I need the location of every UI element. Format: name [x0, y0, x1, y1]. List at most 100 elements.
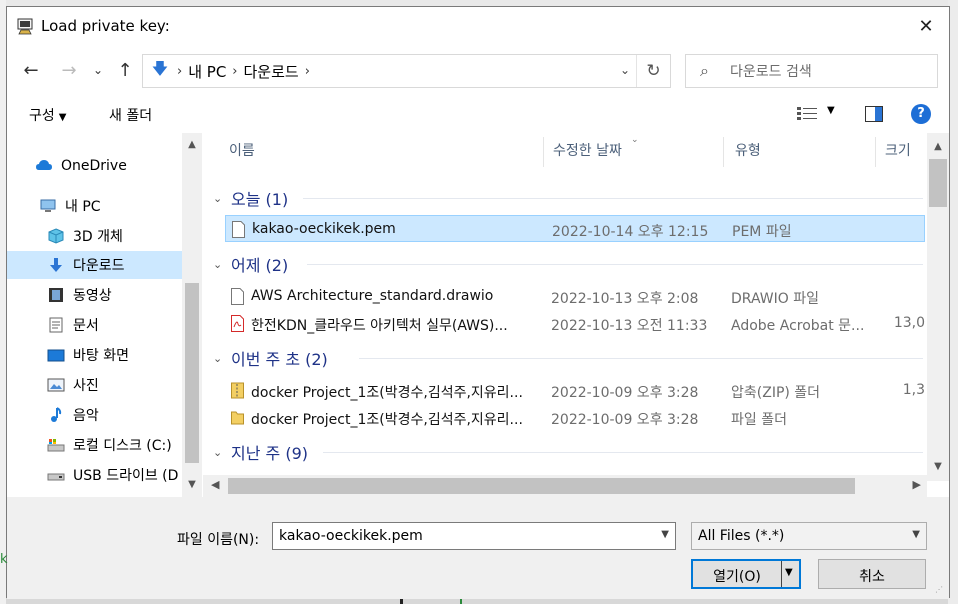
- refresh-button[interactable]: ↻: [636, 55, 670, 87]
- sidebar-item-label: OneDrive: [61, 158, 127, 174]
- video-icon: [49, 288, 63, 302]
- file-list-horizontal-scrollbar[interactable]: ◀ ▶: [203, 475, 927, 497]
- help-button[interactable]: ?: [911, 104, 931, 124]
- column-divider[interactable]: [723, 137, 724, 167]
- group-header-earlier-this-week[interactable]: ⌄ 이번 주 초 (2): [213, 345, 328, 371]
- file-row[interactable]: docker Project_1조(박경수,김석주,지유리... 2022-10…: [225, 377, 925, 404]
- chevron-down-icon[interactable]: ▼: [661, 529, 669, 540]
- sidebar-scrollbar[interactable]: ▲ ▼: [182, 133, 202, 497]
- file-name: 한전KDN_클라우드 아키텍처 실무(AWS)...: [251, 318, 508, 334]
- column-header-size[interactable]: 크기: [885, 133, 911, 167]
- chevron-down-icon: ⌄: [213, 351, 223, 365]
- recent-locations-button[interactable]: ⌄: [90, 58, 106, 82]
- chevron-down-icon: ⌄: [213, 445, 223, 459]
- file-name: docker Project_1조(박경수,김석주,지유리...: [251, 412, 523, 428]
- group-divider: [359, 358, 923, 359]
- column-divider[interactable]: [543, 137, 544, 167]
- file-list-vertical-scrollbar[interactable]: ▲ ▼: [927, 133, 949, 481]
- sidebar-item-label: 3D 개체: [73, 229, 123, 245]
- address-dropdown-icon[interactable]: ⌄: [620, 63, 630, 77]
- file-row[interactable]: 한전KDN_클라우드 아키텍처 실무(AWS)... 2022-10-13 오전…: [225, 310, 925, 337]
- up-button[interactable]: ↑: [113, 58, 137, 82]
- search-icon: ⌕: [700, 61, 709, 80]
- search-placeholder: 다운로드 검색: [730, 64, 812, 80]
- file-size: 1,3: [902, 382, 925, 398]
- key-app-icon: [17, 18, 33, 35]
- sidebar-item-label: 로컬 디스크 (C:): [73, 438, 172, 454]
- group-header-last-week[interactable]: ⌄ 지난 주 (9): [213, 439, 308, 465]
- column-type-label: 유형: [735, 143, 761, 159]
- sidebar-item-label: 다운로드: [73, 258, 125, 274]
- open-button[interactable]: 열기(O) ▼: [691, 559, 801, 589]
- group-label: 오늘 (1): [231, 190, 289, 209]
- title-bar: Load private key: ✕: [7, 7, 949, 45]
- scroll-down-icon[interactable]: ▼: [927, 461, 949, 472]
- group-divider: [307, 264, 923, 265]
- file-type: DRAWIO 파일: [731, 291, 819, 307]
- group-label: 어제 (2): [231, 256, 289, 275]
- file-type: 파일 폴더: [731, 412, 787, 428]
- download-icon: [50, 258, 62, 272]
- filetype-select[interactable]: All Files (*.*) ▼: [691, 522, 927, 550]
- close-icon: ✕: [918, 15, 934, 37]
- load-key-dialog: Load private key: ✕ ← → ⌄ ↑ 🡇 › 내 PC › 다…: [6, 6, 950, 599]
- organize-button[interactable]: 구성 ▼: [29, 105, 66, 125]
- file-date: 2022-10-14 오후 12:15: [552, 224, 709, 240]
- horizontal-scroll-thumb[interactable]: [228, 478, 855, 494]
- refresh-icon: ↻: [646, 61, 661, 81]
- sidebar-item-label: 동영상: [73, 288, 112, 304]
- filename-input[interactable]: kakao-oeckikek.pem ▼: [272, 522, 676, 550]
- scroll-up-icon[interactable]: ▲: [927, 141, 949, 152]
- file-row[interactable]: docker Project_1조(박경수,김석주,지유리... 2022-10…: [225, 404, 925, 431]
- column-header-name[interactable]: 이름: [229, 133, 255, 167]
- view-options-icon[interactable]: [797, 107, 817, 121]
- caret-down-icon: ▼: [58, 112, 67, 123]
- file-name: docker Project_1조(박경수,김석주,지유리...: [251, 385, 523, 401]
- breadcrumb-separator[interactable]: ›: [299, 64, 316, 79]
- breadcrumb-downloads[interactable]: 다운로드: [244, 61, 299, 82]
- column-divider[interactable]: [875, 137, 876, 167]
- column-header-type[interactable]: 유형: [735, 133, 761, 167]
- file-date: 2022-10-13 오전 11:33: [551, 318, 708, 334]
- view-dropdown-icon[interactable]: ▼: [827, 105, 835, 116]
- breadcrumb-this-pc[interactable]: 내 PC: [188, 61, 226, 82]
- file-size: 13,0: [893, 315, 925, 331]
- close-button[interactable]: ✕: [903, 7, 949, 45]
- breadcrumb-separator[interactable]: ›: [226, 64, 243, 79]
- scroll-up-icon[interactable]: ▲: [182, 139, 202, 150]
- sidebar-item-downloads[interactable]: 다운로드: [7, 251, 182, 279]
- music-icon: [51, 407, 62, 422]
- open-dropdown-icon[interactable]: ▼: [785, 567, 793, 578]
- group-label: 이번 주 초 (2): [231, 350, 328, 369]
- arrow-right-icon: →: [61, 59, 77, 81]
- group-header-yesterday[interactable]: ⌄ 어제 (2): [213, 251, 288, 277]
- group-label: 지난 주 (9): [231, 444, 308, 463]
- background-text-fragment: k: [0, 552, 8, 567]
- dialog-title: Load private key:: [41, 17, 170, 35]
- group-header-today[interactable]: ⌄ 오늘 (1): [213, 185, 288, 211]
- forward-button[interactable]: →: [57, 58, 81, 82]
- usb-drive-icon: [47, 473, 65, 481]
- command-toolbar: 구성 ▼ 새 폴더 ▼ ?: [7, 95, 949, 133]
- file-icon: [231, 288, 244, 305]
- file-date: 2022-10-09 오후 3:28: [551, 385, 699, 401]
- address-bar[interactable]: 🡇 › 내 PC › 다운로드 › ⌄ ↻: [142, 54, 671, 88]
- preview-pane-icon[interactable]: [865, 106, 883, 122]
- resize-grip-icon[interactable]: ⋰: [935, 585, 947, 597]
- file-row[interactable]: kakao-oeckikek.pem 2022-10-14 오후 12:15 P…: [225, 215, 925, 242]
- cancel-button[interactable]: 취소: [818, 559, 926, 589]
- scroll-down-icon[interactable]: ▼: [182, 479, 202, 490]
- navigation-bar: ← → ⌄ ↑ 🡇 › 내 PC › 다운로드 › ⌄ ↻ ⌕ 다운로드 검색: [7, 45, 949, 95]
- file-row[interactable]: AWS Architecture_standard.drawio 2022-10…: [225, 283, 925, 310]
- search-box[interactable]: ⌕ 다운로드 검색: [685, 54, 938, 88]
- new-folder-label: 새 폴더: [109, 108, 153, 124]
- back-button[interactable]: ←: [19, 58, 43, 82]
- sort-indicator-icon: ⌄: [631, 135, 639, 145]
- sidebar-scroll-thumb[interactable]: [185, 283, 199, 463]
- scroll-left-icon[interactable]: ◀: [211, 478, 219, 491]
- column-header-date[interactable]: 수정한 날짜: [553, 133, 622, 167]
- new-folder-button[interactable]: 새 폴더: [109, 105, 152, 125]
- file-type: PEM 파일: [732, 224, 792, 240]
- vertical-scroll-thumb[interactable]: [929, 159, 947, 207]
- scroll-right-icon[interactable]: ▶: [913, 478, 921, 491]
